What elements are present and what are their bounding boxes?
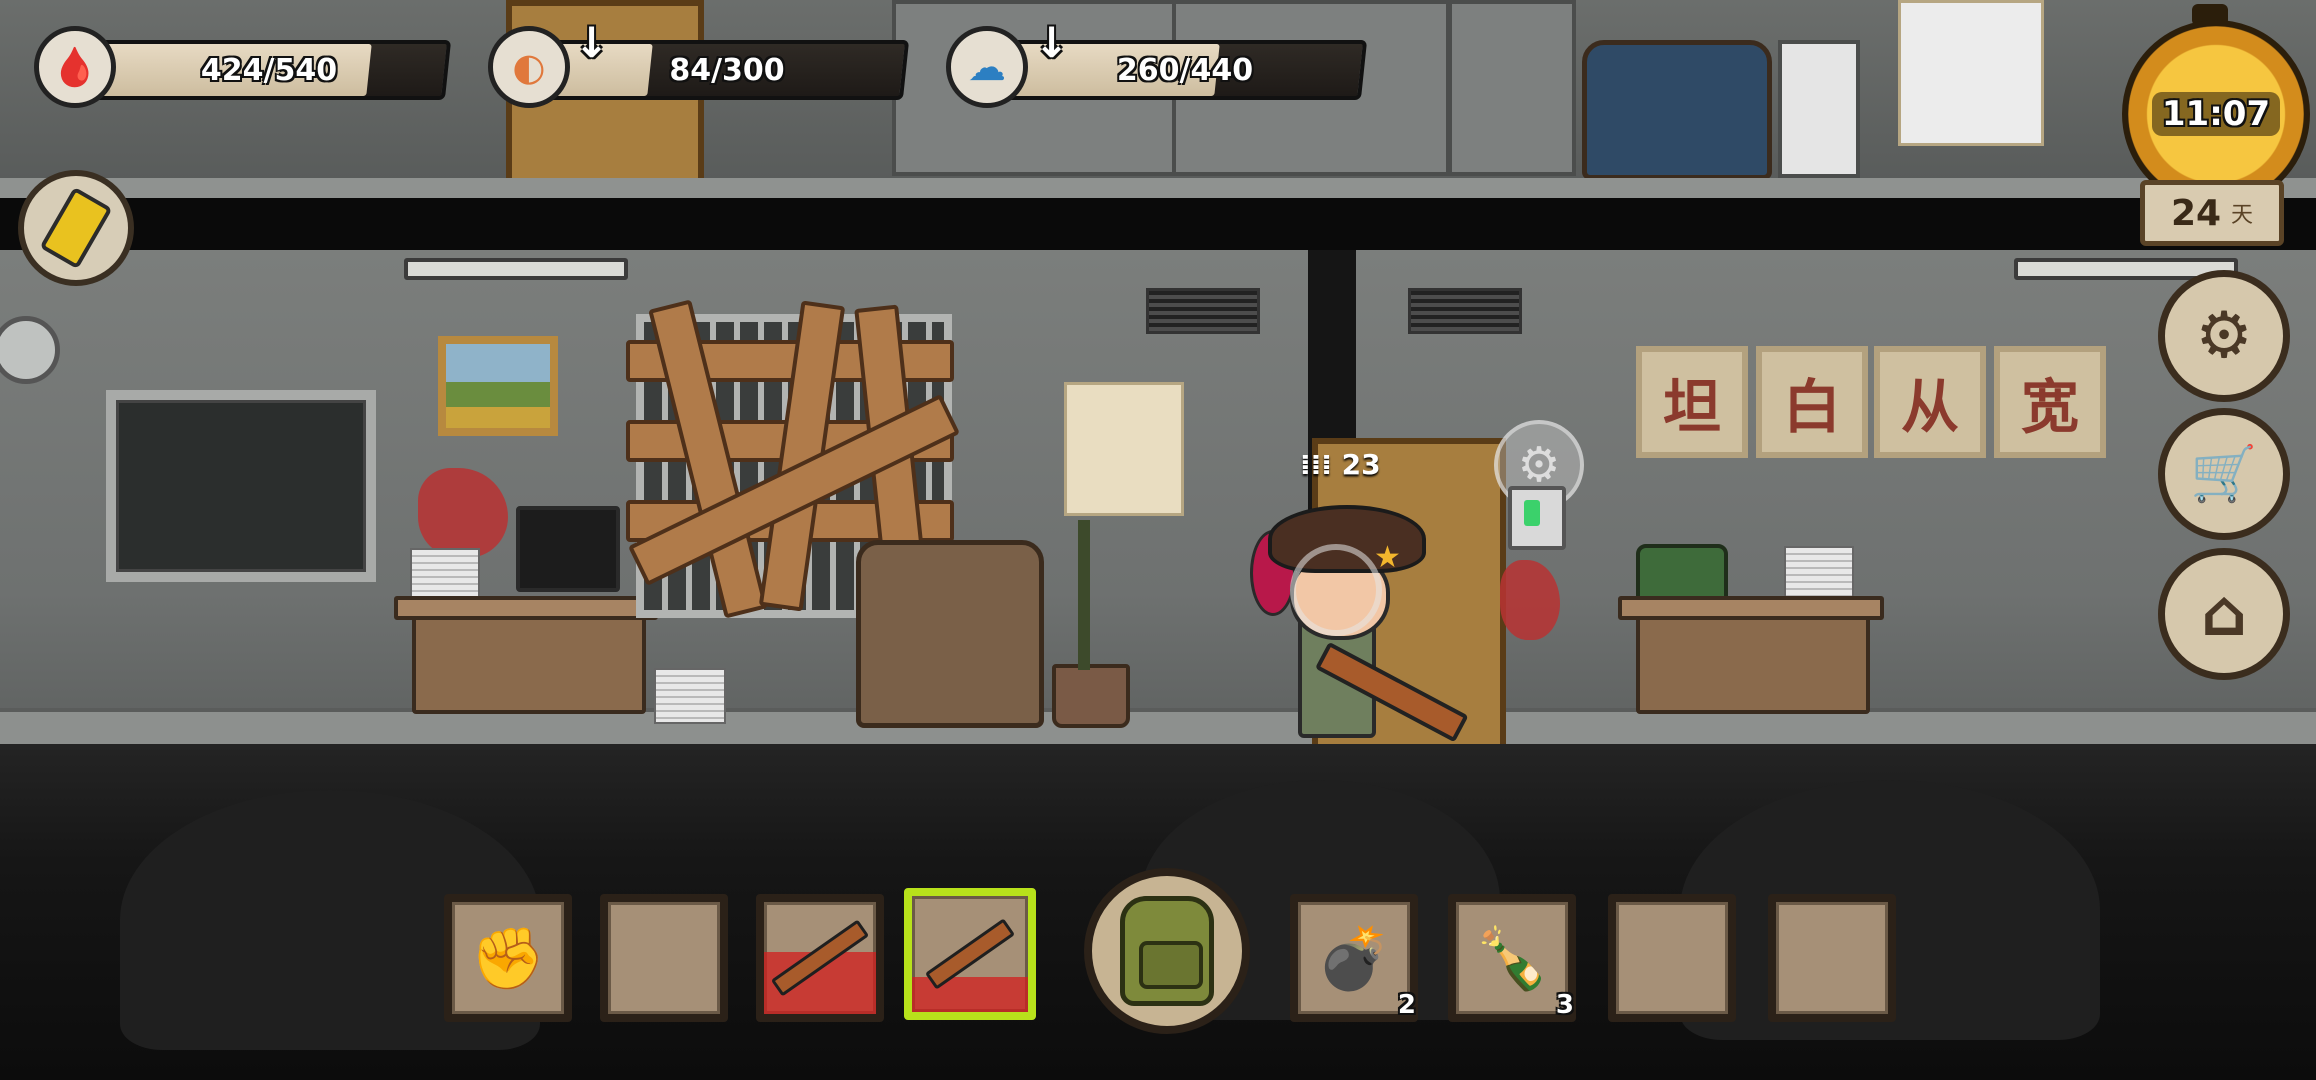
hotbar-slot-grenade[interactable]: 💣 2 [1290,894,1418,1022]
slogan-tile: 宽 [1994,346,2106,458]
filing-cabinet-3 [1448,0,1576,176]
hunger-down-arrow-icon: ↓ [574,18,610,67]
sheriff-star-icon: ★ [1374,540,1401,575]
blue-armchair [1582,40,1772,180]
molotov-icon: 🍾 [1474,923,1550,994]
upper-floor-base [0,178,2316,200]
soup-poster [1064,382,1184,516]
room-floor [0,708,2316,748]
water-cooler [1778,40,1860,178]
desk-top [394,596,658,620]
home-icon: ⌂ [2201,577,2247,651]
gear-icon: ⚙ [2195,299,2253,373]
target-ring-icon [1290,544,1382,636]
walkie-talkie-button[interactable] [18,170,134,286]
slogan-tile: 从 [1874,346,1986,458]
slogan-tile: 白 [1756,346,1868,458]
molotov-count: 3 [1555,990,1574,1020]
brain-icon: ☁ [946,26,1028,108]
health-bar: 424/540 [86,40,452,100]
slogan-tile: 坦 [1636,346,1748,458]
ammo-count: 23 [1341,448,1381,481]
backpack-button[interactable] [1084,868,1250,1034]
backpack-icon [1120,896,1214,1006]
desk-top-2 [1618,596,1884,620]
landscape-painting [438,336,558,436]
plant-pot [1052,664,1130,728]
shop-button[interactable]: 🛒 [2158,408,2290,540]
dead-plant [1078,520,1090,670]
switch-led [1524,500,1540,526]
ceiling-lamp [404,258,628,280]
sanity-down-arrow-icon: ↓ [1034,18,1070,67]
grenade-icon: 💣 [1316,923,1392,994]
hotbar-slot-empty[interactable] [1608,894,1736,1022]
bullets-icon: ⁞⁞⁞ [1300,448,1332,481]
height-chart [1898,0,2044,146]
home-button[interactable]: ⌂ [2158,548,2290,680]
hotbar-slot-empty[interactable] [1768,894,1896,1022]
paper-stack-3 [1784,546,1854,602]
health-value: 424/540 [200,52,338,88]
hotbar-slot-empty[interactable] [600,894,728,1022]
evidence-board [106,390,376,582]
hotbar-slot-molotov[interactable]: 🍾 3 [1448,894,1576,1022]
hotbar-slot-assault-rifle[interactable] [904,888,1036,1020]
air-vent-2 [1408,288,1522,334]
hotbar-slot-sniper[interactable] [756,894,884,1022]
walkie-talkie-icon [39,186,113,270]
armchair [856,540,1044,728]
blood-drop-icon: 🩸 [34,26,116,108]
grenade-count: 2 [1397,990,1416,1020]
hotbar-slot-fist[interactable]: ✊ [444,894,572,1022]
day-unit: 天 [2231,203,2254,228]
computer-monitor [516,506,620,592]
clock-time: 11:07 [2151,92,2281,136]
damage-overlay [912,977,1028,1012]
cart-icon: 🛒 [2190,442,2258,505]
office-desk [412,606,646,714]
office-desk-2 [1636,606,1870,714]
paper-stack-2 [654,668,726,724]
fist-icon: ✊ [470,923,546,994]
day-counter: 24 天 [2140,180,2284,246]
air-vent [1146,288,1260,334]
floor-slab [0,198,2316,250]
ammo-counter: ⁞⁞⁞ 23 [1300,448,1381,481]
stomach-icon: ◐ [488,26,570,108]
settings-button[interactable]: ⚙ [2158,270,2290,402]
day-number: 24 [2170,192,2222,234]
